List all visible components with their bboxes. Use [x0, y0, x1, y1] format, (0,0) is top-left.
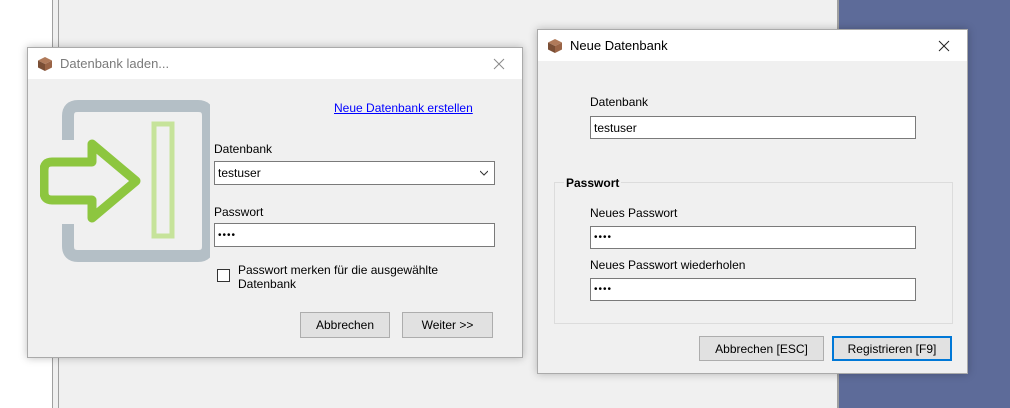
- database-select[interactable]: testuser: [214, 161, 495, 185]
- register-button[interactable]: Registrieren [F9]: [832, 336, 952, 361]
- password-groupbox: [554, 182, 953, 324]
- title-bar[interactable]: Neue Datenbank: [538, 30, 967, 61]
- login-arrow-icon: [40, 100, 210, 262]
- cancel-button[interactable]: Abbrechen: [300, 312, 390, 338]
- close-button[interactable]: [476, 48, 522, 79]
- database-label: Datenbank: [590, 95, 649, 109]
- close-button[interactable]: [921, 30, 967, 61]
- database-box-icon: [38, 56, 52, 71]
- database-select-value: testuser: [218, 166, 261, 180]
- database-box-icon: [548, 38, 562, 53]
- title-bar[interactable]: Datenbank laden...: [28, 48, 522, 79]
- remember-password-label-line1: Passwort merken für die ausgewählte: [238, 263, 439, 277]
- database-label: Datenbank: [214, 142, 273, 156]
- cancel-button[interactable]: Abbrechen [ESC]: [699, 336, 824, 361]
- remember-password-checkbox[interactable]: [217, 269, 230, 282]
- password-group-title: Passwort: [564, 176, 622, 190]
- cancel-button-label: Abbrechen: [315, 318, 375, 332]
- remember-password-label-line2: Datenbank: [238, 277, 297, 291]
- repeat-password-input[interactable]: ••••: [590, 278, 916, 301]
- window-title: Datenbank laden...: [60, 56, 170, 71]
- close-icon: [938, 40, 950, 51]
- register-button-label: Registrieren [F9]: [847, 341, 937, 356]
- new-password-input[interactable]: ••••: [590, 226, 916, 249]
- database-name-value: testuser: [594, 120, 637, 135]
- new-database-dialog: Neue Datenbank Datenbank testuser Passwo…: [537, 29, 968, 374]
- repeat-password-label: Neues Passwort wiederholen: [590, 258, 746, 272]
- repeat-password-value: ••••: [594, 284, 613, 295]
- create-database-link[interactable]: Neue Datenbank erstellen: [334, 101, 473, 115]
- database-name-input[interactable]: testuser: [590, 116, 916, 139]
- new-password-label: Neues Passwort: [590, 206, 678, 220]
- next-button[interactable]: Weiter >>: [402, 312, 493, 338]
- password-input-value: ••••: [218, 229, 237, 241]
- load-database-dialog: Datenbank laden... Neue Datenbank erstel…: [27, 47, 523, 358]
- cancel-button-label: Abbrechen [ESC]: [715, 341, 808, 356]
- password-input[interactable]: ••••: [214, 223, 495, 247]
- window-title: Neue Datenbank: [570, 38, 668, 53]
- password-label: Passwort: [214, 205, 264, 219]
- next-button-label: Weiter >>: [421, 318, 474, 332]
- close-icon: [493, 58, 505, 69]
- new-password-value: ••••: [594, 232, 613, 243]
- chevron-down-icon: [480, 170, 488, 176]
